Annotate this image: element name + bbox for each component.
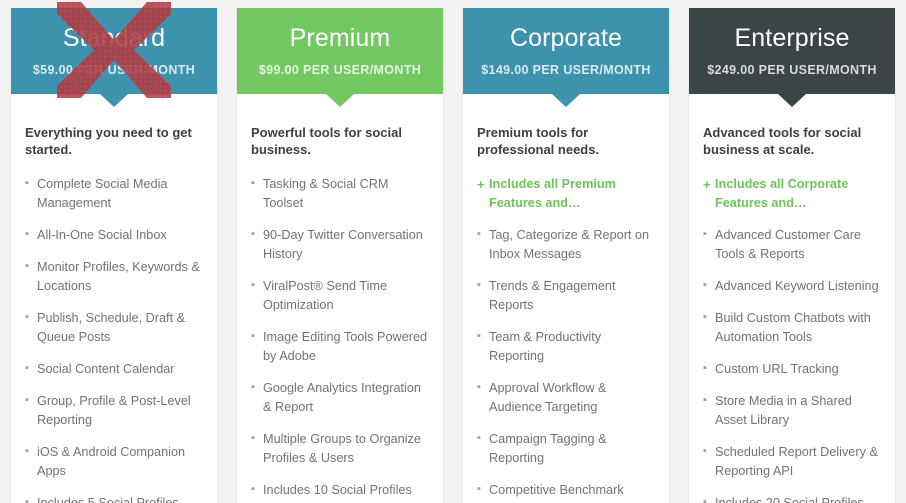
feature-item: Competitive Benchmark Reporting xyxy=(477,480,655,503)
feature-item: Multiple Groups to Organize Profiles & U… xyxy=(251,429,429,468)
feature-item: iOS & Android Companion Apps xyxy=(25,442,203,481)
plan-body: Powerful tools for social business. Taski… xyxy=(237,94,443,503)
feature-item: All-In-One Social Inbox xyxy=(25,225,203,245)
plan-body: Advanced tools for social business at sc… xyxy=(689,94,895,503)
plan-tagline: Everything you need to get started. xyxy=(25,125,192,157)
plan-header: Enterprise $249.00 PER USER/MONTH xyxy=(689,8,895,107)
feature-item: Store Media in a Shared Asset Library xyxy=(703,391,881,430)
plan-tagline: Premium tools for professional needs. xyxy=(477,125,600,157)
feature-item: Team & Productivity Reporting xyxy=(477,327,655,366)
feature-item: ViralPost® Send Time Optimization xyxy=(251,276,429,315)
feature-item: Tag, Categorize & Report on Inbox Messag… xyxy=(477,225,655,264)
feature-item: Scheduled Report Delivery & Reporting AP… xyxy=(703,442,881,481)
feature-item: 90-Day Twitter Conversation History xyxy=(251,225,429,264)
feature-item: Tasking & Social CRM Toolset xyxy=(251,174,429,213)
plan-header: Standard $59.00 PER USER/MONTH xyxy=(11,2,217,107)
plan-header: Corporate $149.00 PER USER/MONTH xyxy=(463,8,669,107)
plan-name: Enterprise xyxy=(734,24,850,52)
feature-item-inherited: Includes all Corporate Features and… xyxy=(703,175,881,213)
plan-card-standard[interactable]: Standard $59.00 PER USER/MONTH Everything … xyxy=(10,2,218,503)
plan-body: Premium tools for professional needs. Inc… xyxy=(463,94,669,503)
plan-tagline: Powerful tools for social business. xyxy=(251,125,402,157)
plan-body: Everything you need to get started. Compl… xyxy=(11,94,217,503)
feature-item: Group, Profile & Post-Level Reporting xyxy=(25,391,203,430)
feature-item: Build Custom Chatbots with Automation To… xyxy=(703,308,881,347)
feature-item: Includes 20 Social Profiles xyxy=(703,493,881,503)
feature-item: Custom URL Tracking xyxy=(703,359,881,379)
plan-tagline: Advanced tools for social business at sc… xyxy=(703,125,862,157)
feature-item: Monitor Profiles, Keywords & Locations xyxy=(25,257,203,296)
pricing-table: Standard $59.00 PER USER/MONTH Everything … xyxy=(0,0,906,503)
plan-card-enterprise[interactable]: Enterprise $249.00 PER USER/MONTH Advanced… xyxy=(688,8,896,503)
feature-item: Google Analytics Integration & Report xyxy=(251,378,429,417)
feature-item: Campaign Tagging & Reporting xyxy=(477,429,655,468)
plan-price: $149.00 PER USER/MONTH xyxy=(481,63,651,77)
plan-card-corporate[interactable]: Corporate $149.00 PER USER/MONTH Premium t… xyxy=(462,8,670,503)
feature-item: Includes 5 Social Profiles xyxy=(25,493,203,503)
plan-price: $59.00 PER USER/MONTH xyxy=(32,63,196,77)
plan-name: Corporate xyxy=(509,24,623,52)
plan-header: Premium $99.00 PER USER/MONTH xyxy=(237,8,443,107)
feature-list: Includes all Premium Features and… Tag, C… xyxy=(477,175,655,503)
feature-item: Includes 10 Social Profiles xyxy=(251,480,429,500)
feature-item: Approval Workflow & Audience Targeting xyxy=(477,378,655,417)
plan-name: Standard xyxy=(62,24,166,52)
feature-item: Image Editing Tools Powered by Adobe xyxy=(251,327,429,366)
plan-price: $249.00 PER USER/MONTH xyxy=(707,63,877,77)
feature-item: Social Content Calendar xyxy=(25,359,203,379)
plan-price: $99.00 PER USER/MONTH xyxy=(258,63,422,77)
feature-list: Tasking & Social CRM Toolset 90-Day Twitt… xyxy=(251,174,429,500)
feature-item: Advanced Customer Care Tools & Reports xyxy=(703,225,881,264)
feature-item: Publish, Schedule, Draft & Queue Posts xyxy=(25,308,203,347)
feature-item: Complete Social Media Management xyxy=(25,174,203,213)
feature-list: Includes all Corporate Features and… Adva… xyxy=(703,175,881,503)
feature-item: Trends & Engagement Reports xyxy=(477,276,655,315)
feature-item: Advanced Keyword Listening xyxy=(703,276,881,296)
plan-name: Premium xyxy=(289,24,391,52)
feature-list: Complete Social Media Management All-In-O… xyxy=(25,174,203,503)
feature-item-inherited: Includes all Premium Features and… xyxy=(477,175,655,213)
plan-card-premium[interactable]: Premium $99.00 PER USER/MONTH Powerful too… xyxy=(236,8,444,503)
